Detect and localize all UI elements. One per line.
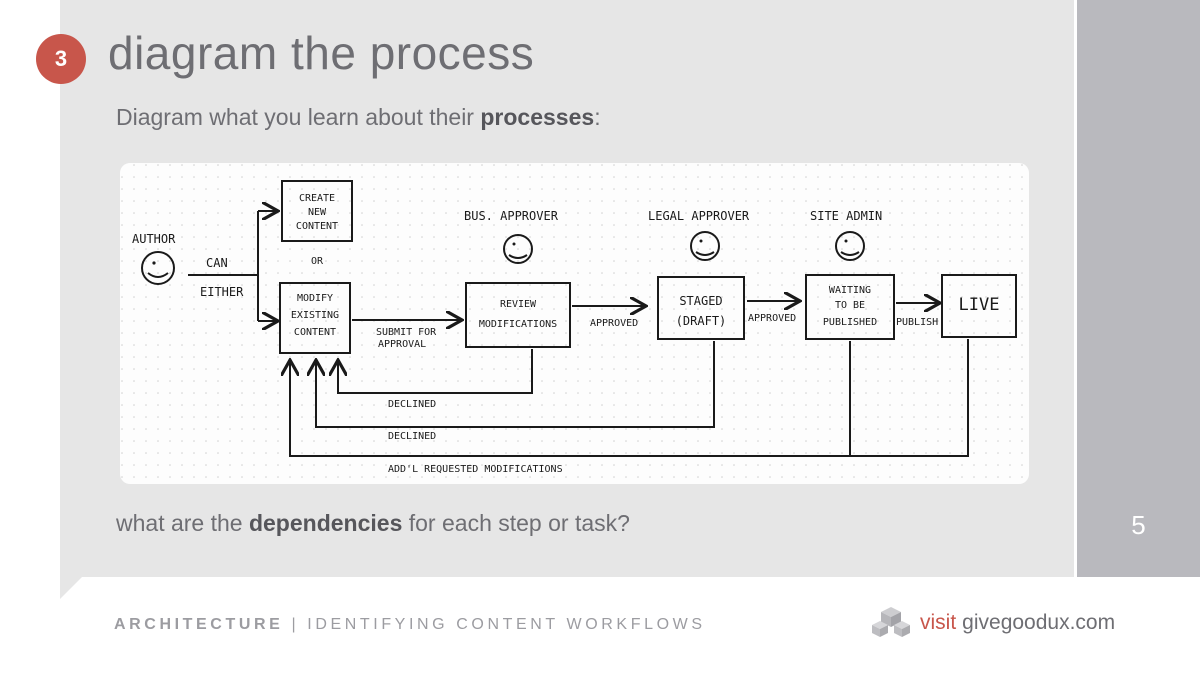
create-line-1: CREATE [299,193,335,204]
submit-line-2: APPROVAL [378,339,426,350]
label-additional-modifications: ADD'L REQUESTED MODIFICATIONS [388,464,563,475]
footer-section: ARCHITECTURE [114,616,284,633]
modify-line-1: MODIFY [297,293,333,304]
label-or: OR [311,256,324,267]
process-diagram: AUTHOR CAN EITHER CREATE NEW CONTENT OR … [120,163,1029,484]
label-declined-1: DECLINED [388,399,436,410]
footer-visit-label: visit [920,611,957,634]
label-either: EITHER [200,285,244,299]
slide-subtitle: Diagram what you learn about their proce… [116,104,601,131]
label-declined-2: DECLINED [388,431,436,442]
question-suffix: for each step or task? [402,510,630,536]
question-bold: dependencies [248,510,403,536]
submit-line-1: SUBMIT FOR [376,327,437,338]
live-label: LIVE [959,295,1000,315]
role-bus-approver: BUS. APPROVER [464,209,559,223]
process-sketch: AUTHOR CAN EITHER CREATE NEW CONTENT OR … [120,163,1029,484]
page-number: 5 [1131,510,1146,540]
label-publish: PUBLISH [896,317,938,328]
dependency-question: what are the dependencies for each step … [116,510,630,537]
slide-fold [60,577,82,599]
waiting-line-1: WAITING [829,285,871,296]
label-approved-1: APPROVED [590,318,638,329]
role-site-admin: SITE ADMIN [810,209,882,223]
slide-title: diagram the process [108,27,535,79]
subtitle-suffix: : [594,104,601,130]
waiting-line-2: TO BE [835,300,865,311]
footer-course-title: ARCHITECTURE | IDENTIFYING CONTENT WORKF… [114,616,706,634]
waiting-line-3: PUBLISHED [823,317,877,328]
staged-line-2: (DRAFT) [676,314,727,328]
modify-line-3: CONTENT [294,327,336,338]
footer-topic: | IDENTIFYING CONTENT WORKFLOWS [283,616,706,633]
create-line-2: NEW [308,207,327,218]
step-number-badge: 3 [36,34,86,84]
footer-site-url[interactable]: givegoodux.com [962,611,1115,635]
label-can: CAN [206,256,228,270]
modify-line-2: EXISTING [291,310,339,321]
staged-line-1: STAGED [679,294,722,308]
review-line-2: MODIFICATIONS [479,319,557,330]
right-sidebar [1077,0,1200,577]
subtitle-prefix: Diagram what you learn about their [116,104,481,130]
cubes-logo-icon [872,607,910,637]
subtitle-bold: processes [480,104,595,130]
footer-site-link[interactable]: visit givegoodux.com [870,605,1115,641]
create-line-3: CONTENT [296,221,338,232]
role-author: AUTHOR [132,232,176,246]
label-approved-2: APPROVED [748,313,796,324]
question-prefix: what are the [116,510,249,536]
review-line-1: REVIEW [500,299,537,310]
role-legal-approver: LEGAL APPROVER [648,209,750,223]
